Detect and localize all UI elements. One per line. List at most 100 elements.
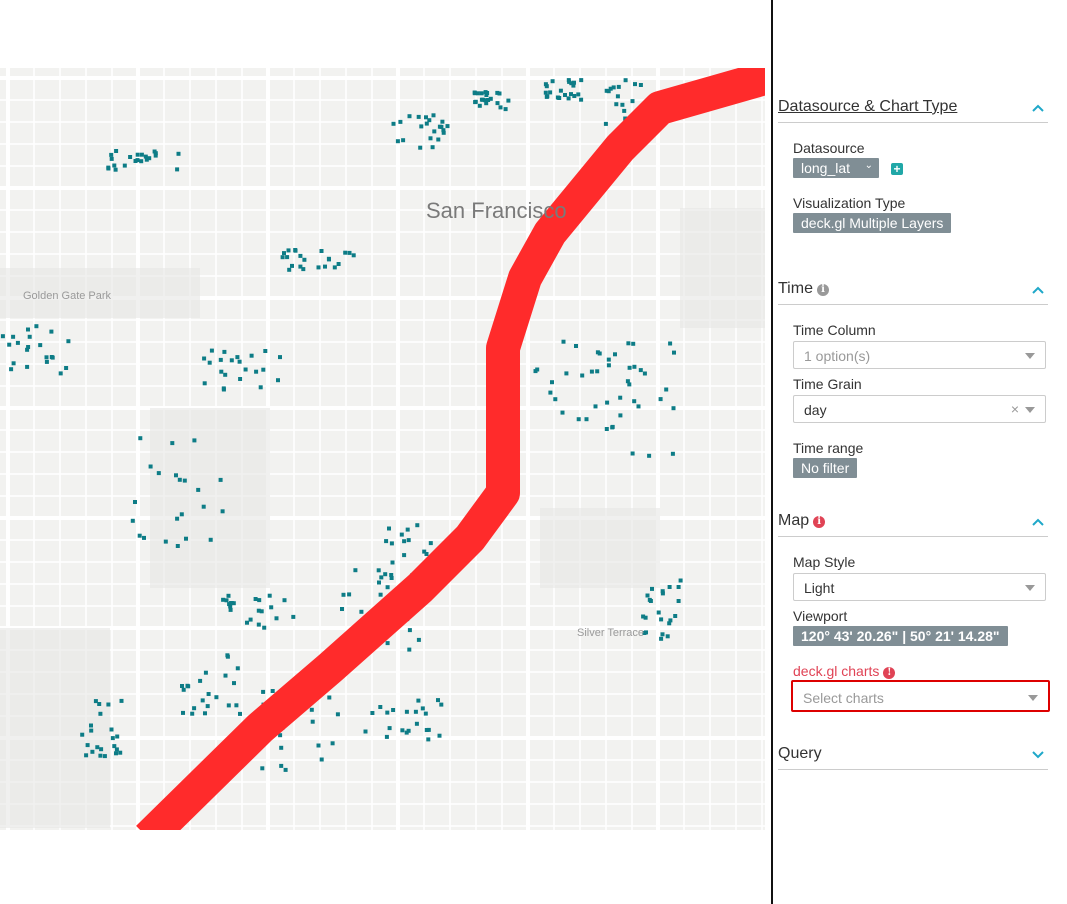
scatter-point: [432, 129, 437, 134]
scatter-point: [291, 614, 296, 619]
scatter-point: [262, 625, 267, 630]
scatter-point: [553, 397, 558, 402]
scatter-point: [632, 399, 637, 404]
scatter-point: [196, 487, 201, 492]
scatter-point: [25, 364, 30, 369]
scatter-point: [428, 136, 433, 141]
chevron-up-icon[interactable]: [1032, 282, 1044, 296]
scatter-point: [430, 145, 435, 150]
section-header-map[interactable]: Map i: [778, 508, 1048, 537]
scatter-point: [563, 93, 567, 97]
scatter-point: [550, 380, 554, 385]
scatter-point: [176, 151, 181, 156]
scatter-point: [163, 539, 168, 544]
scatter-point: [190, 711, 195, 716]
scatter-point: [142, 535, 146, 540]
scatter-point: [330, 741, 335, 746]
time-grain-select[interactable]: day ×: [793, 395, 1046, 423]
scatter-point: [119, 698, 124, 703]
time-column-select[interactable]: 1 option(s): [793, 341, 1046, 369]
scatter-point: [341, 592, 346, 597]
scatter-point: [506, 98, 511, 103]
scatter-point: [80, 732, 85, 737]
scatter-point: [660, 589, 665, 594]
scatter-point: [378, 592, 383, 597]
scatter-point: [437, 733, 442, 738]
section-title-datasource[interactable]: Datasource & Chart Type: [778, 98, 957, 116]
scatter-point: [249, 353, 254, 358]
scatter-point: [156, 471, 161, 476]
map-canvas[interactable]: San Francisco Golden Gate Park Silver Te…: [0, 68, 765, 830]
scatter-point: [267, 593, 272, 598]
map-view[interactable]: San Francisco Golden Gate Park Silver Te…: [0, 68, 765, 830]
scatter-point: [436, 137, 441, 142]
scatter-point: [327, 695, 332, 700]
section-header-query[interactable]: Query: [778, 741, 1048, 770]
scatter-point: [347, 250, 352, 255]
chevron-down-icon[interactable]: [1032, 747, 1044, 761]
scatter-point: [225, 654, 230, 659]
chevron-up-icon[interactable]: [1032, 100, 1044, 114]
scatter-point: [110, 736, 115, 741]
scatter-point: [319, 249, 324, 253]
scatter-point: [483, 90, 488, 95]
scatter-point: [603, 121, 608, 126]
scatter-point: [580, 373, 585, 378]
scatter-point: [218, 477, 223, 482]
deckgl-charts-select[interactable]: Select charts: [791, 680, 1050, 712]
viewport-button[interactable]: 120° 43' 20.26" | 50° 21' 14.28": [793, 626, 1008, 646]
scatter-point: [235, 666, 240, 671]
scatter-point: [138, 436, 143, 441]
scatter-point: [363, 729, 368, 734]
map-style-value: Light: [804, 580, 835, 596]
scatter-point: [427, 118, 432, 123]
scatter-point: [595, 369, 600, 374]
scatter-point: [192, 706, 197, 711]
scatter-point: [93, 699, 98, 704]
city-label: San Francisco: [426, 198, 567, 223]
scatter-point: [660, 632, 665, 637]
scatter-point: [26, 345, 31, 349]
section-header-time[interactable]: Time i: [778, 276, 1048, 305]
scatter-point: [406, 538, 411, 543]
scatter-point: [659, 617, 664, 622]
scatter-point: [416, 698, 421, 703]
map-style-select[interactable]: Light: [793, 573, 1046, 601]
scatter-point: [332, 265, 337, 270]
time-range-button[interactable]: No filter: [793, 458, 858, 478]
scatter-point: [558, 88, 563, 93]
scatter-point: [436, 698, 440, 703]
viz-type-button[interactable]: deck.gl Multiple Layers: [793, 213, 952, 233]
clear-icon[interactable]: ×: [1011, 401, 1019, 417]
scatter-point: [89, 723, 93, 728]
park-area: [150, 408, 270, 588]
scatter-point: [175, 167, 180, 172]
plus-icon[interactable]: +: [891, 163, 903, 175]
scatter-point: [286, 248, 291, 253]
scatter-point: [302, 257, 307, 262]
scatter-point: [137, 533, 142, 538]
section-header-datasource[interactable]: Datasource & Chart Type: [778, 94, 1048, 123]
scatter-point: [200, 698, 205, 703]
scatter-point: [84, 753, 89, 758]
scatter-point: [245, 620, 249, 625]
scatter-point: [9, 367, 14, 372]
scatter-point: [641, 614, 646, 619]
scatter-point: [102, 754, 107, 759]
chevron-up-icon[interactable]: [1032, 514, 1044, 528]
viewport-label: Viewport: [793, 608, 848, 624]
scatter-point: [228, 607, 233, 612]
scatter-point: [606, 89, 611, 94]
scatter-point: [428, 541, 433, 546]
scatter-point: [254, 369, 259, 374]
datasource-dropdown[interactable]: long_lat ⌄: [793, 158, 879, 178]
scatter-point: [207, 360, 212, 365]
scatter-point: [182, 478, 187, 483]
scatter-point: [614, 102, 619, 107]
scatter-point: [234, 703, 239, 708]
scatter-point: [280, 255, 285, 260]
scatter-point: [282, 251, 286, 256]
panel-divider: [771, 0, 773, 904]
scatter-point: [114, 149, 119, 153]
time-grain-label: Time Grain: [793, 376, 862, 392]
